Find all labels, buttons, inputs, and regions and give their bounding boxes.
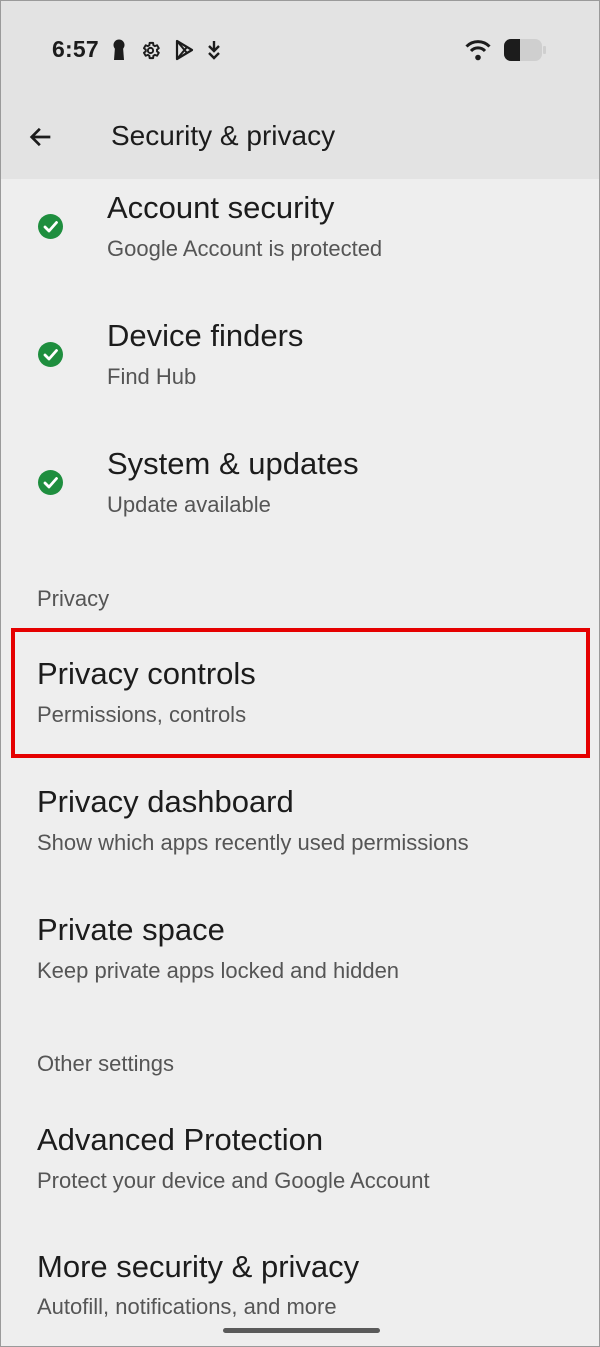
- phone-screen: 6:57 Security & privacy Account security…: [0, 0, 600, 1347]
- list-item-title: System & updates: [107, 446, 359, 481]
- list-item-account-security[interactable]: Account security Google Account is prote…: [1, 179, 599, 307]
- highlight-box: [11, 628, 590, 758]
- list-item-subtitle: Show which apps recently used permission…: [37, 830, 469, 855]
- check-circle-icon: [38, 470, 63, 495]
- list-item-subtitle: Update available: [107, 492, 271, 517]
- list-item-title: Account security: [107, 190, 335, 225]
- home-indicator[interactable]: [223, 1328, 380, 1333]
- list-item-system-updates[interactable]: System & updates Update available: [1, 435, 599, 563]
- wifi-icon: [465, 39, 491, 61]
- section-header-other-settings: Other settings: [37, 1051, 174, 1076]
- keyhole-icon: [111, 39, 127, 61]
- app-bar: Security & privacy: [1, 97, 599, 179]
- list-item-subtitle: Google Account is protected: [107, 236, 383, 261]
- list-item-subtitle: Protect your device and Google Account: [37, 1168, 430, 1193]
- list-item-private-space[interactable]: Private space Keep private apps locked a…: [1, 891, 599, 1019]
- page-title: Security & privacy: [111, 120, 336, 151]
- list-item-title: Advanced Protection: [37, 1122, 324, 1157]
- list-item-subtitle: Keep private apps locked and hidden: [37, 958, 400, 983]
- check-circle-icon: [38, 214, 63, 239]
- check-circle-icon: [38, 342, 63, 367]
- download-arrow-icon: [207, 40, 221, 60]
- list-item-title: Private space: [37, 912, 225, 947]
- back-button[interactable]: [21, 117, 61, 157]
- battery-icon: [503, 38, 547, 62]
- list-item-device-finders[interactable]: Device finders Find Hub: [1, 307, 599, 435]
- list-item-title: Privacy dashboard: [37, 784, 294, 819]
- list-item-title: More security & privacy: [37, 1249, 360, 1284]
- play-store-icon: [174, 39, 194, 61]
- list-item-subtitle: Autofill, notifications, and more: [37, 1294, 337, 1319]
- arrow-left-icon: [27, 123, 55, 151]
- list-item-more-security-privacy[interactable]: More security & privacy Autofill, notifi…: [1, 1229, 599, 1339]
- list-item-advanced-protection[interactable]: Advanced Protection Protect your device …: [1, 1101, 599, 1229]
- list-item-privacy-dashboard[interactable]: Privacy dashboard Show which apps recent…: [1, 763, 599, 891]
- status-bar: 6:57: [1, 1, 599, 97]
- list-item-title: Device finders: [107, 318, 304, 353]
- status-time: 6:57: [52, 36, 99, 62]
- list-item-subtitle: Find Hub: [107, 364, 197, 389]
- section-header-privacy: Privacy: [37, 586, 110, 611]
- status-notification-icons: [111, 37, 221, 63]
- settings-gear-icon: [140, 40, 161, 61]
- status-system-icons: [465, 37, 547, 63]
